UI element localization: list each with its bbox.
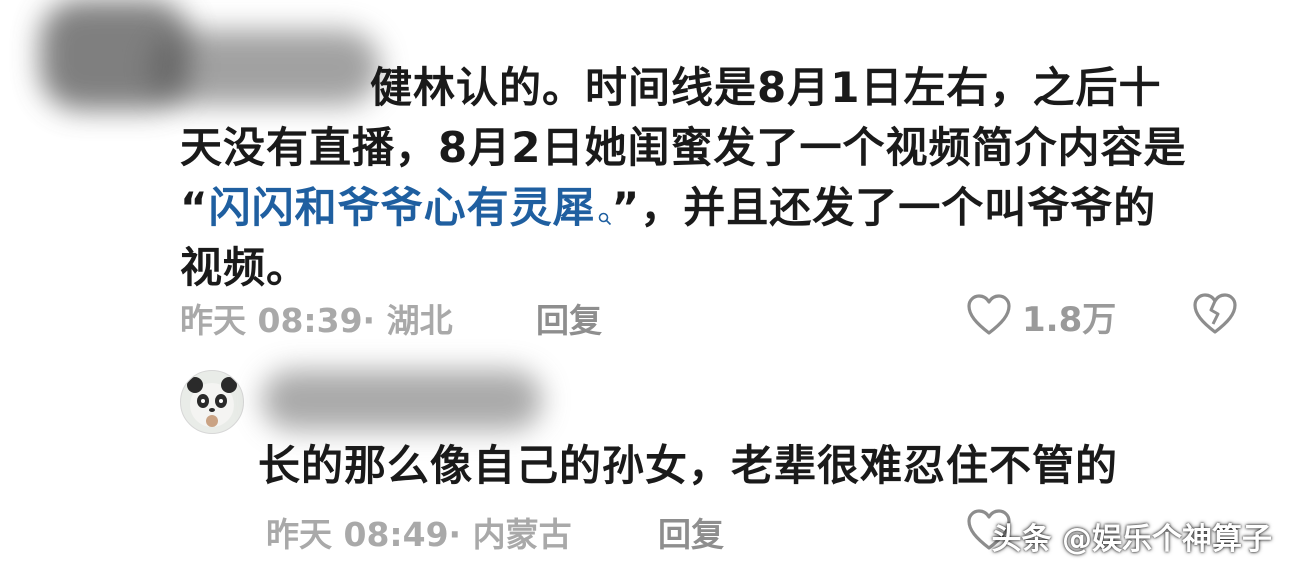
comment-1-time: 昨天 08:39 — [180, 301, 363, 340]
comment-2-reply-button[interactable]: 回复 — [658, 508, 724, 556]
quote-open: “ — [180, 183, 209, 232]
comment-1-meta: 昨天 08:39· 湖北 — [180, 294, 453, 342]
comment-1-reply-button[interactable]: 回复 — [536, 294, 602, 342]
comment-2-meta: 昨天 08:49· 内蒙古 — [266, 508, 572, 556]
redacted-username-2 — [262, 370, 542, 430]
comment-2-body: 长的那么像自己的孙女，老辈很难忍住不管的 — [258, 441, 1119, 490]
comment-1-line-2: 天没有直播，8月2日她闺蜜发了一个视频简介内容是 — [180, 123, 1187, 172]
search-icon — [598, 182, 612, 226]
comment-1-body: 健林认的。时间线是8月1日左右，之后十 天没有直播，8月2日她闺蜜发了一个视频简… — [180, 58, 1240, 298]
quote-close: ”，并且还发了一个叫爷爷的 — [611, 183, 1157, 232]
comment-2-location: 内蒙古 — [472, 515, 572, 554]
comment-thread: 健林认的。时间线是8月1日左右，之后十 天没有直播，8月2日她闺蜜发了一个视频简… — [0, 0, 1290, 572]
comment-2-time: 昨天 08:49 — [266, 515, 449, 554]
broken-heart-icon[interactable] — [1192, 292, 1238, 340]
comment-1-line-4: 视频。 — [180, 243, 310, 292]
hashtag-link[interactable]: 闪闪和爷爷心有灵犀 — [209, 183, 612, 232]
meta-separator: · — [448, 515, 462, 554]
heart-icon — [966, 293, 1012, 341]
hashtag-text: 闪闪和爷爷心有灵犀 — [208, 183, 596, 232]
comment-1-like-button[interactable]: 1.8万 — [966, 292, 1116, 341]
panda-avatar[interactable] — [180, 370, 244, 434]
comment-1-like-count: 1.8万 — [1022, 300, 1117, 340]
comment-1-line-1: 健林认的。时间线是8月1日左右，之后十 — [370, 63, 1162, 112]
comment-1-location: 湖北 — [386, 301, 453, 340]
watermark: 头条 @娱乐个神算子 — [991, 522, 1272, 557]
meta-separator: · — [362, 301, 376, 340]
